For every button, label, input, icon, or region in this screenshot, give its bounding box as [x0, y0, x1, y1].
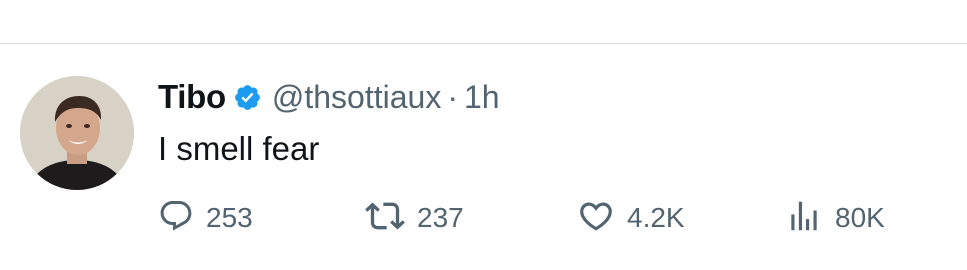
author-name[interactable]: Tibo [158, 78, 226, 116]
separator-dot: · [447, 78, 458, 115]
tweet-text: I smell fear [158, 130, 320, 167]
reply-count: 253 [206, 202, 253, 233]
author-handle[interactable]: @thsottiaux [272, 79, 441, 116]
retweet-count: 237 [417, 202, 464, 233]
analytics-icon [785, 197, 823, 240]
retweet-button[interactable]: 237 [365, 196, 464, 240]
tweet[interactable]: Tibo @thsottiaux · 1h I smell fear 253 2… [0, 44, 967, 270]
verified-badge-icon [233, 83, 262, 112]
timestamp[interactable]: 1h [464, 79, 500, 116]
like-count: 4.2K [627, 202, 685, 233]
tweet-header: Tibo @thsottiaux · 1h [158, 76, 500, 118]
like-button[interactable]: 4.2K [577, 196, 685, 240]
reply-button[interactable]: 253 [158, 196, 253, 240]
retweet-icon [365, 196, 405, 241]
avatar-image [20, 76, 134, 190]
view-count: 80K [835, 202, 885, 233]
views-button[interactable]: 80K [785, 196, 885, 240]
heart-icon [577, 197, 615, 240]
avatar[interactable] [20, 76, 134, 190]
reply-icon [158, 198, 194, 239]
action-bar: 253 237 4.2K 80K [0, 196, 967, 240]
